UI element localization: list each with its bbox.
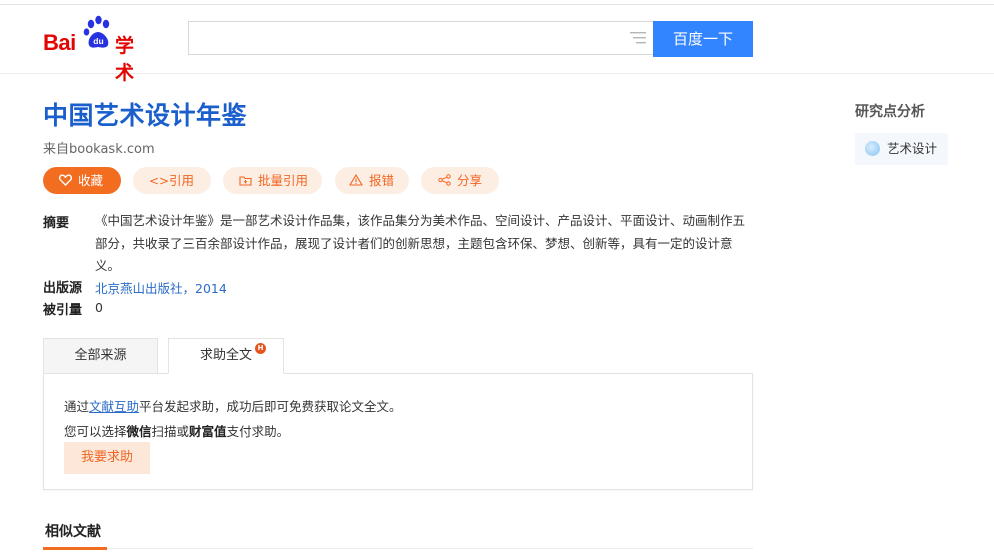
collect-button[interactable]: 收藏	[43, 167, 121, 194]
abstract-label: 摘要	[43, 216, 70, 231]
publisher-label: 出版源	[43, 281, 83, 296]
paper-title[interactable]: 中国艺术设计年鉴	[43, 96, 247, 132]
research-tag-label: 艺术设计	[887, 141, 938, 156]
help-line-2-prefix: 您可以选择	[64, 424, 127, 439]
paper-source: 来自bookask.com	[43, 142, 155, 157]
folder-plus-icon	[238, 168, 252, 195]
tab-request-fulltext-label: 求助全文	[199, 348, 252, 363]
collect-label: 收藏	[78, 173, 104, 188]
tab-all-sources[interactable]: 全部来源	[43, 338, 158, 374]
cite-button[interactable]: <>引用	[133, 167, 211, 194]
logo-bai-text: Bai	[43, 30, 76, 55]
help-panel: 通过文献互助平台发起求助，成功后即可免费获取论文全文。 您可以选择微信扫描或财富…	[43, 373, 753, 490]
cited-count: 0	[95, 300, 103, 315]
cited-label: 被引量	[43, 303, 83, 318]
help-line-2-suffix: 支付求助。	[226, 424, 290, 439]
batch-cite-label: 批量引用	[258, 173, 309, 188]
batch-cite-button[interactable]: 批量引用	[223, 167, 322, 194]
logo-xueshu-text: 学术	[115, 35, 135, 84]
report-error-button[interactable]: 报错	[335, 167, 409, 194]
code-brackets-icon: <>	[149, 174, 170, 188]
search-input[interactable]	[188, 21, 653, 55]
help-line-1-prefix: 通过	[64, 399, 90, 414]
cite-label: 引用	[169, 173, 195, 188]
search-button[interactable]: 百度一下	[653, 21, 753, 57]
hot-badge: H	[255, 343, 266, 354]
warning-icon	[349, 168, 363, 195]
research-analysis-title: 研究点分析	[855, 104, 925, 120]
literature-help-link[interactable]: 文献互助	[89, 399, 139, 414]
header: Bai du 学术 百度一下	[0, 5, 994, 84]
abstract-text: 《中国艺术设计年鉴》是一部艺术设计作品集，该作品集分为美术作品、空间设计、产品设…	[95, 213, 746, 273]
help-line-1-suffix: 平台发起求助，成功后即可免费获取论文全文。	[139, 399, 402, 414]
active-section-underline	[43, 547, 107, 550]
help-line-1: 通过文献互助平台发起求助，成功后即可免费获取论文全文。	[64, 396, 402, 415]
research-tag[interactable]: 艺术设计	[855, 133, 948, 165]
wechat-text: 微信	[126, 424, 152, 439]
section-divider	[43, 548, 753, 549]
publisher-link[interactable]: 北京燕山出版社，2014	[95, 278, 227, 297]
heart-icon	[58, 168, 72, 195]
tab-request-fulltext[interactable]: 求助全文	[168, 338, 284, 374]
share-label: 分享	[457, 173, 483, 188]
share-icon	[437, 168, 451, 195]
baidu-paw-icon: du	[83, 15, 110, 48]
help-line-2: 您可以选择微信扫描或财富值支付求助。	[64, 421, 289, 440]
logo-du-text: du	[93, 36, 103, 46]
filter-icon[interactable]	[630, 31, 646, 45]
help-line-2-mid: 扫描或	[151, 424, 190, 439]
report-label: 报错	[369, 173, 395, 188]
wealth-value-text: 财富值	[189, 424, 227, 439]
similar-literature-heading[interactable]: 相似文献	[45, 521, 101, 541]
share-button[interactable]: 分享	[421, 167, 499, 194]
bubble-icon	[865, 141, 880, 156]
request-help-button[interactable]: 我要求助	[64, 442, 150, 474]
